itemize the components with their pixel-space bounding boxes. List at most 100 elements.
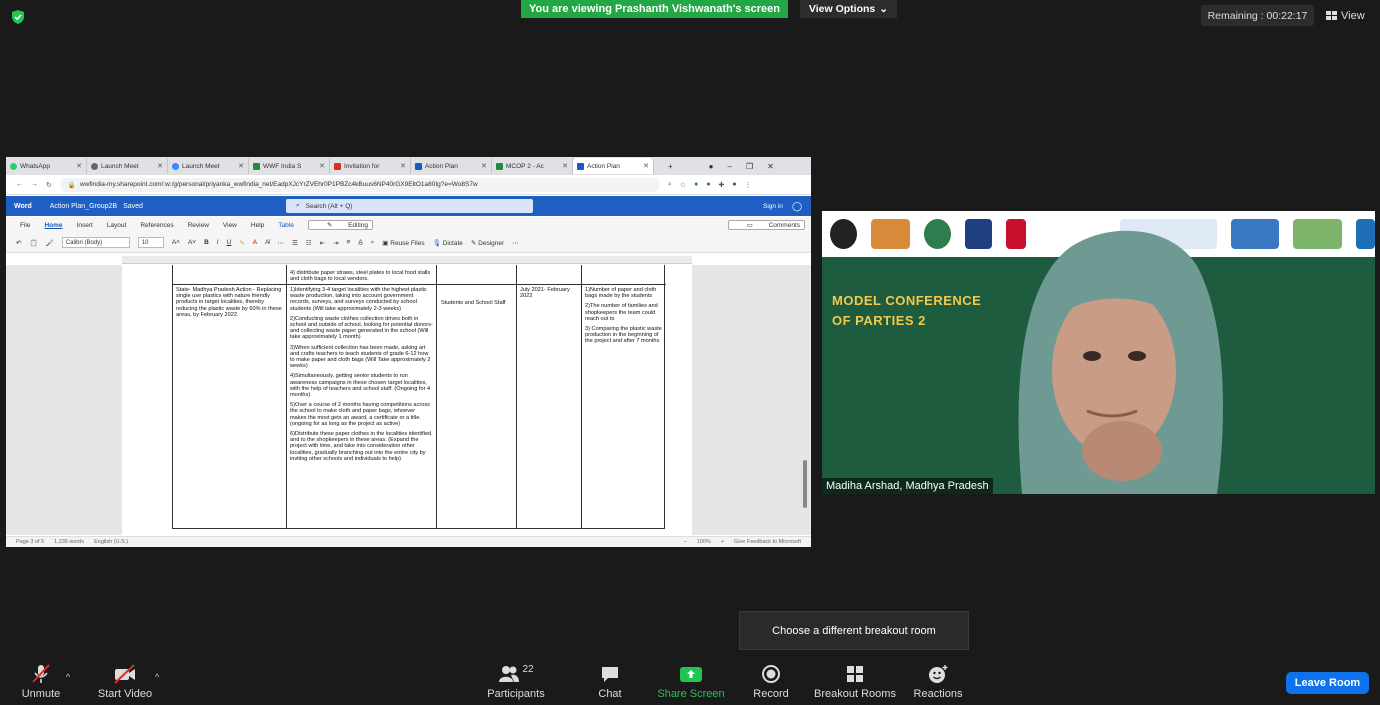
browser-tab[interactable]: Invitation for ✕: [330, 158, 411, 174]
table-cell[interactable]: 1)Identifying 3-4 target localities with…: [290, 287, 433, 466]
font-color-icon[interactable]: A: [253, 239, 257, 246]
menu-icon[interactable]: ⋮: [745, 181, 752, 189]
document-page[interactable]: 4) distribute paper straws, steel plates…: [122, 265, 692, 535]
tab-file[interactable]: File: [20, 222, 30, 229]
table-cell[interactable]: 1)Number of paper and cloth bags made by…: [585, 287, 663, 349]
styles-icon[interactable]: A̲: [358, 239, 362, 246]
browser-tab[interactable]: Launch Meet ✕: [87, 158, 168, 174]
find-icon[interactable]: ⌕: [371, 239, 375, 247]
word-app-name[interactable]: Word: [14, 203, 32, 210]
browser-tab[interactable]: WhatsApp ✕: [6, 158, 87, 174]
tab-review[interactable]: Review: [188, 222, 209, 229]
security-shield-icon[interactable]: [10, 9, 26, 25]
dictate-button[interactable]: 🎙 Dictate: [433, 239, 463, 247]
browser-tab[interactable]: Action Plan ✕: [411, 158, 492, 174]
reuse-files-button[interactable]: ▣ Reuse Files: [382, 239, 424, 247]
maximize-icon[interactable]: ❐: [746, 162, 753, 171]
unmute-button[interactable]: Unmute: [20, 664, 62, 704]
table-cell[interactable]: 4) distribute paper straws, steel plates…: [290, 270, 433, 282]
close-icon[interactable]: ✕: [157, 162, 163, 170]
bold-icon[interactable]: B: [204, 239, 209, 246]
breakout-rooms-button[interactable]: Breakout Rooms: [812, 664, 898, 704]
browser-tab-active[interactable]: Action Plan ✕: [573, 158, 654, 174]
tab-home[interactable]: Home: [44, 222, 62, 229]
vertical-scrollbar[interactable]: [803, 460, 807, 508]
editing-mode-button[interactable]: ✎ Editing: [307, 220, 373, 230]
clipboard-icon[interactable]: 📋: [29, 239, 37, 247]
puzzle-icon[interactable]: ✚: [719, 181, 725, 189]
view-options-button[interactable]: View Options ⌄: [800, 0, 897, 18]
ruler[interactable]: [122, 256, 692, 264]
view-button[interactable]: View: [1326, 5, 1372, 26]
extension-icon[interactable]: ●: [694, 181, 698, 188]
zoom-out-icon[interactable]: –: [684, 539, 687, 545]
reload-icon[interactable]: ↻: [46, 181, 52, 189]
tab-references[interactable]: References: [140, 222, 173, 229]
caret-up-icon[interactable]: ^: [155, 672, 159, 682]
numbering-icon[interactable]: ☷: [306, 239, 312, 247]
zoom-lens-icon[interactable]: ⌕: [668, 181, 672, 189]
word-search-input[interactable]: ⌕ Search (Alt + Q): [286, 199, 533, 213]
bullets-icon[interactable]: ☰: [292, 239, 298, 247]
participants-button[interactable]: 22 Participants: [484, 664, 548, 704]
start-video-button[interactable]: Start Video: [95, 664, 155, 704]
grow-font-icon[interactable]: A˄: [172, 239, 180, 246]
outdent-icon[interactable]: ⇤: [320, 239, 325, 247]
tab-table[interactable]: Table: [278, 222, 294, 229]
media-icon[interactable]: ●: [709, 162, 714, 171]
minimize-icon[interactable]: –: [728, 162, 732, 171]
browser-tab[interactable]: WWF India S ✕: [249, 158, 330, 174]
font-select[interactable]: Calibri (Body): [61, 237, 130, 248]
align-icon[interactable]: ≡: [347, 239, 351, 246]
breakout-room-tooltip[interactable]: Choose a different breakout room: [739, 611, 969, 650]
close-window-icon[interactable]: ✕: [767, 162, 774, 171]
more-icon[interactable]: ⋯: [512, 239, 519, 247]
close-icon[interactable]: ✕: [643, 162, 649, 170]
shrink-font-icon[interactable]: A˅: [188, 239, 196, 246]
feedback-link[interactable]: Give Feedback to Microsoft: [734, 539, 801, 545]
tab-help[interactable]: Help: [251, 222, 264, 229]
close-icon[interactable]: ✕: [319, 162, 325, 170]
profile-avatar[interactable]: ●: [732, 181, 736, 188]
record-button[interactable]: Record: [752, 664, 790, 704]
clear-format-icon[interactable]: A̸: [265, 239, 269, 246]
more-icon[interactable]: ⋯: [277, 239, 284, 247]
close-icon[interactable]: ✕: [481, 162, 487, 170]
forward-icon[interactable]: →: [31, 181, 38, 188]
table-cell[interactable]: Students and School Staff: [441, 300, 513, 306]
designer-button[interactable]: ✎ Designer: [471, 239, 504, 247]
italic-icon[interactable]: I: [217, 239, 219, 246]
zoom-level[interactable]: 100%: [697, 539, 711, 545]
doc-title[interactable]: Action Plan_Group2B: [50, 203, 117, 210]
new-tab-icon[interactable]: +: [668, 162, 673, 171]
extension-icon[interactable]: ●: [706, 181, 710, 188]
undo-icon[interactable]: ↶: [16, 239, 21, 247]
share-screen-button[interactable]: Share Screen: [656, 664, 726, 704]
tab-insert[interactable]: Insert: [77, 222, 93, 229]
caret-up-icon[interactable]: ^: [66, 672, 70, 682]
star-icon[interactable]: ☆: [680, 181, 686, 189]
back-icon[interactable]: ←: [16, 181, 23, 188]
reactions-button[interactable]: Reactions: [912, 664, 964, 704]
leave-room-button[interactable]: Leave Room: [1286, 672, 1369, 694]
url-field[interactable]: 🔒 wwfindia-my.sharepoint.com/:w:/g/person…: [59, 177, 660, 192]
tab-layout[interactable]: Layout: [107, 222, 127, 229]
browser-tab[interactable]: Launch Meet ✕: [168, 158, 249, 174]
sign-in-link[interactable]: Sign in: [763, 203, 783, 210]
language[interactable]: English (U.S.): [94, 539, 128, 545]
participant-video-tile[interactable]: MODEL CONFERENCE OF PARTIES 2 Madiha Ars…: [822, 211, 1375, 494]
comments-button[interactable]: ▭ Comments: [727, 220, 805, 230]
close-icon[interactable]: ✕: [562, 162, 568, 170]
indent-icon[interactable]: ⇥: [333, 239, 338, 247]
account-icon[interactable]: ◯: [792, 201, 802, 212]
close-icon[interactable]: ✕: [238, 162, 244, 170]
close-icon[interactable]: ✕: [400, 162, 406, 170]
close-icon[interactable]: ✕: [76, 162, 82, 170]
underline-icon[interactable]: U: [227, 239, 232, 246]
highlight-icon[interactable]: ✎: [239, 239, 244, 247]
format-painter-icon[interactable]: 🖌: [46, 239, 54, 247]
zoom-in-icon[interactable]: +: [721, 539, 724, 545]
browser-tab[interactable]: MCOP 2 - Ac ✕: [492, 158, 573, 174]
font-size-select[interactable]: 10: [137, 237, 164, 248]
table-cell[interactable]: July 2021- February 2022: [520, 287, 578, 299]
